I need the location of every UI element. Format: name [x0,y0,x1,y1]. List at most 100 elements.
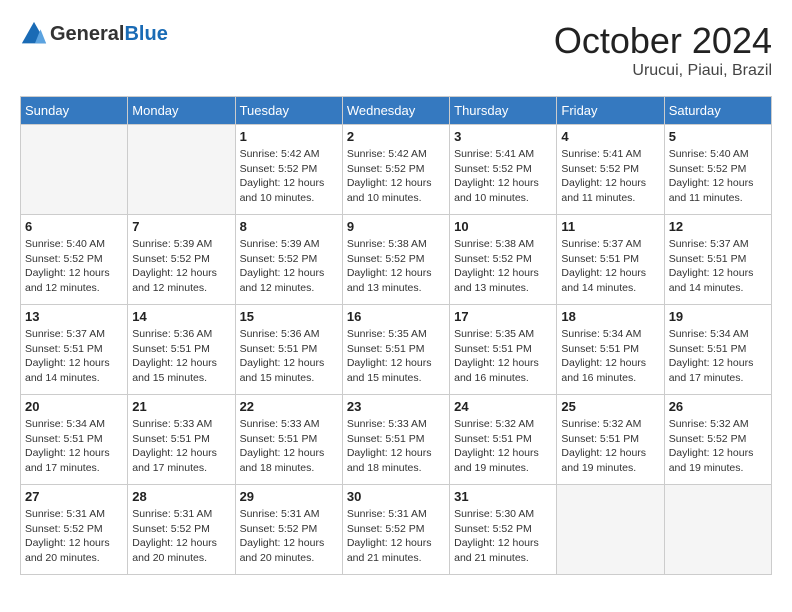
calendar-week-row: 27 Sunrise: 5:31 AM Sunset: 5:52 PM Dayli… [21,485,772,575]
day-info: Sunrise: 5:36 AM Sunset: 5:51 PM Dayligh… [240,327,338,386]
day-info: Sunrise: 5:38 AM Sunset: 5:52 PM Dayligh… [347,237,445,296]
calendar-week-row: 20 Sunrise: 5:34 AM Sunset: 5:51 PM Dayli… [21,395,772,485]
day-info: Sunrise: 5:31 AM Sunset: 5:52 PM Dayligh… [25,507,123,566]
day-number: 19 [669,309,767,324]
day-number: 31 [454,489,552,504]
calendar-header-row: SundayMondayTuesdayWednesdayThursdayFrid… [21,97,772,125]
day-info: Sunrise: 5:41 AM Sunset: 5:52 PM Dayligh… [561,147,659,206]
day-info: Sunrise: 5:31 AM Sunset: 5:52 PM Dayligh… [240,507,338,566]
calendar-day-cell: 31 Sunrise: 5:30 AM Sunset: 5:52 PM Dayli… [450,485,557,575]
day-of-week-header: Thursday [450,97,557,125]
title-section: October 2024 Urucui, Piaui, Brazil [554,20,772,80]
day-info: Sunrise: 5:39 AM Sunset: 5:52 PM Dayligh… [132,237,230,296]
calendar-day-cell: 7 Sunrise: 5:39 AM Sunset: 5:52 PM Daylig… [128,215,235,305]
day-info: Sunrise: 5:37 AM Sunset: 5:51 PM Dayligh… [25,327,123,386]
calendar-day-cell [21,125,128,215]
day-info: Sunrise: 5:39 AM Sunset: 5:52 PM Dayligh… [240,237,338,296]
day-number: 17 [454,309,552,324]
calendar-day-cell: 15Sunrise: 5:36 AM Sunset: 5:51 PM Dayli… [235,305,342,395]
day-info: Sunrise: 5:30 AM Sunset: 5:52 PM Dayligh… [454,507,552,566]
calendar-day-cell: 2 Sunrise: 5:42 AM Sunset: 5:52 PM Daylig… [342,125,449,215]
logo: GeneralBlue [20,20,168,48]
day-info: Sunrise: 5:33 AM Sunset: 5:51 PM Dayligh… [132,417,230,476]
day-number: 13 [25,309,123,324]
calendar-day-cell: 20 Sunrise: 5:34 AM Sunset: 5:51 PM Dayli… [21,395,128,485]
day-info: Sunrise: 5:32 AM Sunset: 5:52 PM Dayligh… [669,417,767,476]
day-info: Sunrise: 5:32 AM Sunset: 5:51 PM Dayligh… [454,417,552,476]
day-number: 7 [132,219,230,234]
day-number: 14 [132,309,230,324]
day-number: 23 [347,399,445,414]
calendar-day-cell: 17 Sunrise: 5:35 AM Sunset: 5:51 PM Dayli… [450,305,557,395]
calendar-week-row: 6Sunrise: 5:40 AM Sunset: 5:52 PM Daylig… [21,215,772,305]
day-number: 20 [25,399,123,414]
day-info: Sunrise: 5:31 AM Sunset: 5:52 PM Dayligh… [132,507,230,566]
page-header: GeneralBlue October 2024 Urucui, Piaui, … [20,20,772,80]
calendar-day-cell: 14Sunrise: 5:36 AM Sunset: 5:51 PM Dayli… [128,305,235,395]
day-info: Sunrise: 5:34 AM Sunset: 5:51 PM Dayligh… [25,417,123,476]
calendar-day-cell: 3 Sunrise: 5:41 AM Sunset: 5:52 PM Daylig… [450,125,557,215]
day-info: Sunrise: 5:38 AM Sunset: 5:52 PM Dayligh… [454,237,552,296]
calendar-day-cell: 18 Sunrise: 5:34 AM Sunset: 5:51 PM Dayli… [557,305,664,395]
day-number: 30 [347,489,445,504]
logo-text-general: General [50,23,124,45]
day-info: Sunrise: 5:37 AM Sunset: 5:51 PM Dayligh… [669,237,767,296]
calendar-day-cell: 12Sunrise: 5:37 AM Sunset: 5:51 PM Dayli… [664,215,771,305]
calendar-table: SundayMondayTuesdayWednesdayThursdayFrid… [20,96,772,575]
calendar-day-cell: 21 Sunrise: 5:33 AM Sunset: 5:51 PM Dayli… [128,395,235,485]
day-number: 8 [240,219,338,234]
day-info: Sunrise: 5:41 AM Sunset: 5:52 PM Dayligh… [454,147,552,206]
day-number: 5 [669,129,767,144]
day-info: Sunrise: 5:35 AM Sunset: 5:51 PM Dayligh… [454,327,552,386]
day-info: Sunrise: 5:37 AM Sunset: 5:51 PM Dayligh… [561,237,659,296]
calendar-day-cell: 13 Sunrise: 5:37 AM Sunset: 5:51 PM Dayli… [21,305,128,395]
day-of-week-header: Sunday [21,97,128,125]
day-of-week-header: Tuesday [235,97,342,125]
day-of-week-header: Friday [557,97,664,125]
day-of-week-header: Saturday [664,97,771,125]
day-info: Sunrise: 5:32 AM Sunset: 5:51 PM Dayligh… [561,417,659,476]
day-number: 4 [561,129,659,144]
calendar-day-cell: 29 Sunrise: 5:31 AM Sunset: 5:52 PM Dayli… [235,485,342,575]
calendar-week-row: 13 Sunrise: 5:37 AM Sunset: 5:51 PM Dayli… [21,305,772,395]
day-number: 18 [561,309,659,324]
calendar-day-cell: 10 Sunrise: 5:38 AM Sunset: 5:52 PM Dayli… [450,215,557,305]
day-info: Sunrise: 5:34 AM Sunset: 5:51 PM Dayligh… [561,327,659,386]
day-info: Sunrise: 5:31 AM Sunset: 5:52 PM Dayligh… [347,507,445,566]
calendar-day-cell: 30 Sunrise: 5:31 AM Sunset: 5:52 PM Dayli… [342,485,449,575]
calendar-day-cell: 25 Sunrise: 5:32 AM Sunset: 5:51 PM Dayli… [557,395,664,485]
day-number: 28 [132,489,230,504]
calendar-day-cell: 4 Sunrise: 5:41 AM Sunset: 5:52 PM Daylig… [557,125,664,215]
calendar-day-cell: 16Sunrise: 5:35 AM Sunset: 5:51 PM Dayli… [342,305,449,395]
calendar-day-cell: 6Sunrise: 5:40 AM Sunset: 5:52 PM Daylig… [21,215,128,305]
day-of-week-header: Wednesday [342,97,449,125]
day-number: 27 [25,489,123,504]
day-number: 2 [347,129,445,144]
day-number: 10 [454,219,552,234]
day-number: 9 [347,219,445,234]
calendar-day-cell: 28 Sunrise: 5:31 AM Sunset: 5:52 PM Dayli… [128,485,235,575]
calendar-day-cell: 24Sunrise: 5:32 AM Sunset: 5:51 PM Dayli… [450,395,557,485]
logo-text-blue: Blue [124,23,167,45]
calendar-day-cell [128,125,235,215]
day-info: Sunrise: 5:34 AM Sunset: 5:51 PM Dayligh… [669,327,767,386]
logo-icon [20,20,48,48]
day-number: 29 [240,489,338,504]
calendar-day-cell: 1Sunrise: 5:42 AM Sunset: 5:52 PM Daylig… [235,125,342,215]
day-info: Sunrise: 5:33 AM Sunset: 5:51 PM Dayligh… [347,417,445,476]
calendar-day-cell [557,485,664,575]
calendar-day-cell: 11Sunrise: 5:37 AM Sunset: 5:51 PM Dayli… [557,215,664,305]
day-number: 22 [240,399,338,414]
day-info: Sunrise: 5:40 AM Sunset: 5:52 PM Dayligh… [669,147,767,206]
day-number: 25 [561,399,659,414]
day-info: Sunrise: 5:42 AM Sunset: 5:52 PM Dayligh… [347,147,445,206]
day-number: 21 [132,399,230,414]
calendar-day-cell: 22 Sunrise: 5:33 AM Sunset: 5:51 PM Dayli… [235,395,342,485]
day-info: Sunrise: 5:33 AM Sunset: 5:51 PM Dayligh… [240,417,338,476]
calendar-day-cell: 26Sunrise: 5:32 AM Sunset: 5:52 PM Dayli… [664,395,771,485]
calendar-day-cell [664,485,771,575]
day-info: Sunrise: 5:40 AM Sunset: 5:52 PM Dayligh… [25,237,123,296]
day-number: 3 [454,129,552,144]
day-number: 16 [347,309,445,324]
calendar-day-cell: 5 Sunrise: 5:40 AM Sunset: 5:52 PM Daylig… [664,125,771,215]
